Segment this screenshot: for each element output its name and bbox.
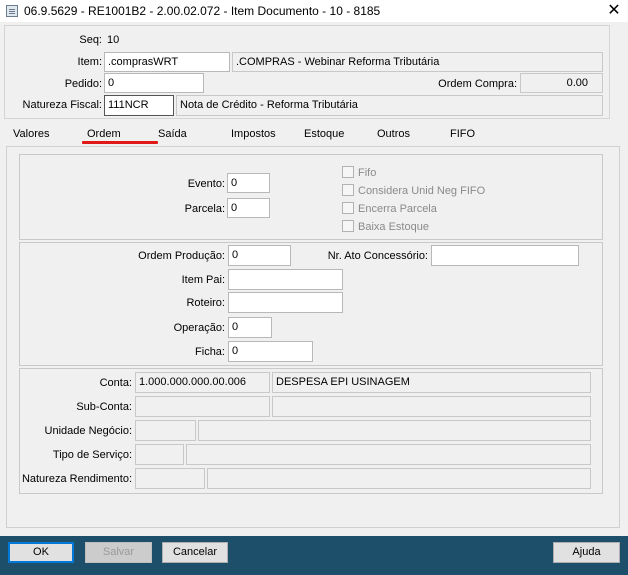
nr-ato-concessorio-label: Nr. Ato Concessório: (327, 250, 428, 262)
pedido-field[interactable]: 0 (104, 73, 204, 93)
tipo-servico-label: Tipo de Serviço: (52, 449, 132, 461)
conta-description: DESPESA EPI USINAGEM (272, 372, 591, 393)
tab-fifo[interactable]: FIFO (450, 128, 475, 140)
ficha-label: Ficha: (195, 346, 225, 358)
unidade-negocio-description (198, 420, 591, 441)
app-icon (6, 5, 18, 17)
seq-value: 10 (107, 34, 120, 46)
operacao-label: Operação: (173, 322, 225, 334)
item-label: Item: (77, 56, 102, 68)
ok-button[interactable]: OK (8, 542, 74, 563)
natureza-rendimento-field (135, 468, 205, 489)
conta-field: 1.000.000.000.00.006 (135, 372, 270, 393)
natureza-rendimento-label: Natureza Rendimento: (21, 473, 132, 485)
operacao-field[interactable]: 0 (228, 317, 272, 338)
encerra-parcela-checkbox[interactable]: Encerra Parcela (342, 202, 437, 215)
item-code-field[interactable]: .comprasWRT (104, 52, 230, 72)
natureza-fiscal-label: Natureza Fiscal: (22, 99, 102, 111)
pedido-label: Pedido: (64, 78, 102, 90)
tipo-servico-description (186, 444, 591, 465)
close-icon[interactable]: ✕ (605, 1, 623, 21)
ordem-compra-label: Ordem Compra: (438, 78, 517, 90)
cancel-button[interactable]: Cancelar (162, 542, 228, 563)
save-button[interactable]: Salvar (85, 542, 152, 563)
conta-label: Conta: (99, 377, 132, 389)
tab-outros[interactable]: Outros (377, 128, 410, 140)
item-description-field: .COMPRAS - Webinar Reforma Tributária (232, 52, 603, 72)
fifo-checkbox[interactable]: Fifo (342, 166, 376, 179)
fifo-checkbox-label: Fifo (358, 167, 377, 179)
tipo-servico-field (135, 444, 184, 465)
nr-ato-concessorio-field[interactable] (431, 245, 579, 266)
item-pai-field[interactable] (228, 269, 343, 290)
tab-impostos[interactable]: Impostos (231, 128, 276, 140)
evento-group (19, 154, 603, 240)
item-pai-label: Item Pai: (181, 274, 225, 286)
considera-unid-neg-label: Considera Unid Neg FIFO (358, 185, 486, 197)
window-title: 06.9.5629 - RE1001B2 - 2.00.02.072 - Ite… (24, 4, 381, 18)
tab-saida[interactable]: Saída (158, 128, 187, 140)
tab-estoque[interactable]: Estoque (304, 128, 344, 140)
natureza-fiscal-field[interactable]: 111NCR (104, 95, 174, 116)
help-button[interactable]: Ajuda (553, 542, 620, 563)
natureza-fiscal-description: Nota de Crédito - Reforma Tributária (176, 95, 603, 116)
considera-unid-neg-checkbox[interactable]: Considera Unid Neg FIFO (342, 184, 485, 197)
unidade-negocio-field (135, 420, 196, 441)
tab-valores[interactable]: Valores (13, 128, 49, 140)
encerra-parcela-label: Encerra Parcela (358, 203, 437, 215)
baixa-estoque-checkbox[interactable]: Baixa Estoque (342, 220, 429, 233)
tab-ordem[interactable]: Ordem (87, 128, 121, 140)
subconta-field (135, 396, 270, 417)
roteiro-field[interactable] (228, 292, 343, 313)
parcela-field[interactable]: 0 (227, 198, 270, 218)
ordem-producao-label: Ordem Produção: (138, 250, 225, 262)
ordem-compra-field: 0.00 (520, 73, 603, 93)
unidade-negocio-label: Unidade Negócio: (44, 425, 132, 437)
evento-label: Evento: (187, 178, 225, 190)
baixa-estoque-label: Baixa Estoque (358, 221, 429, 233)
ficha-field[interactable]: 0 (228, 341, 313, 362)
subconta-description (272, 396, 591, 417)
subconta-label: Sub-Conta: (76, 401, 132, 413)
parcela-label: Parcela: (184, 203, 225, 215)
roteiro-label: Roteiro: (186, 297, 225, 309)
active-tab-indicator (82, 141, 158, 144)
ordem-producao-field[interactable]: 0 (228, 245, 291, 266)
seq-label: Seq: (79, 34, 102, 46)
evento-field[interactable]: 0 (227, 173, 270, 193)
natureza-rendimento-description (207, 468, 591, 489)
